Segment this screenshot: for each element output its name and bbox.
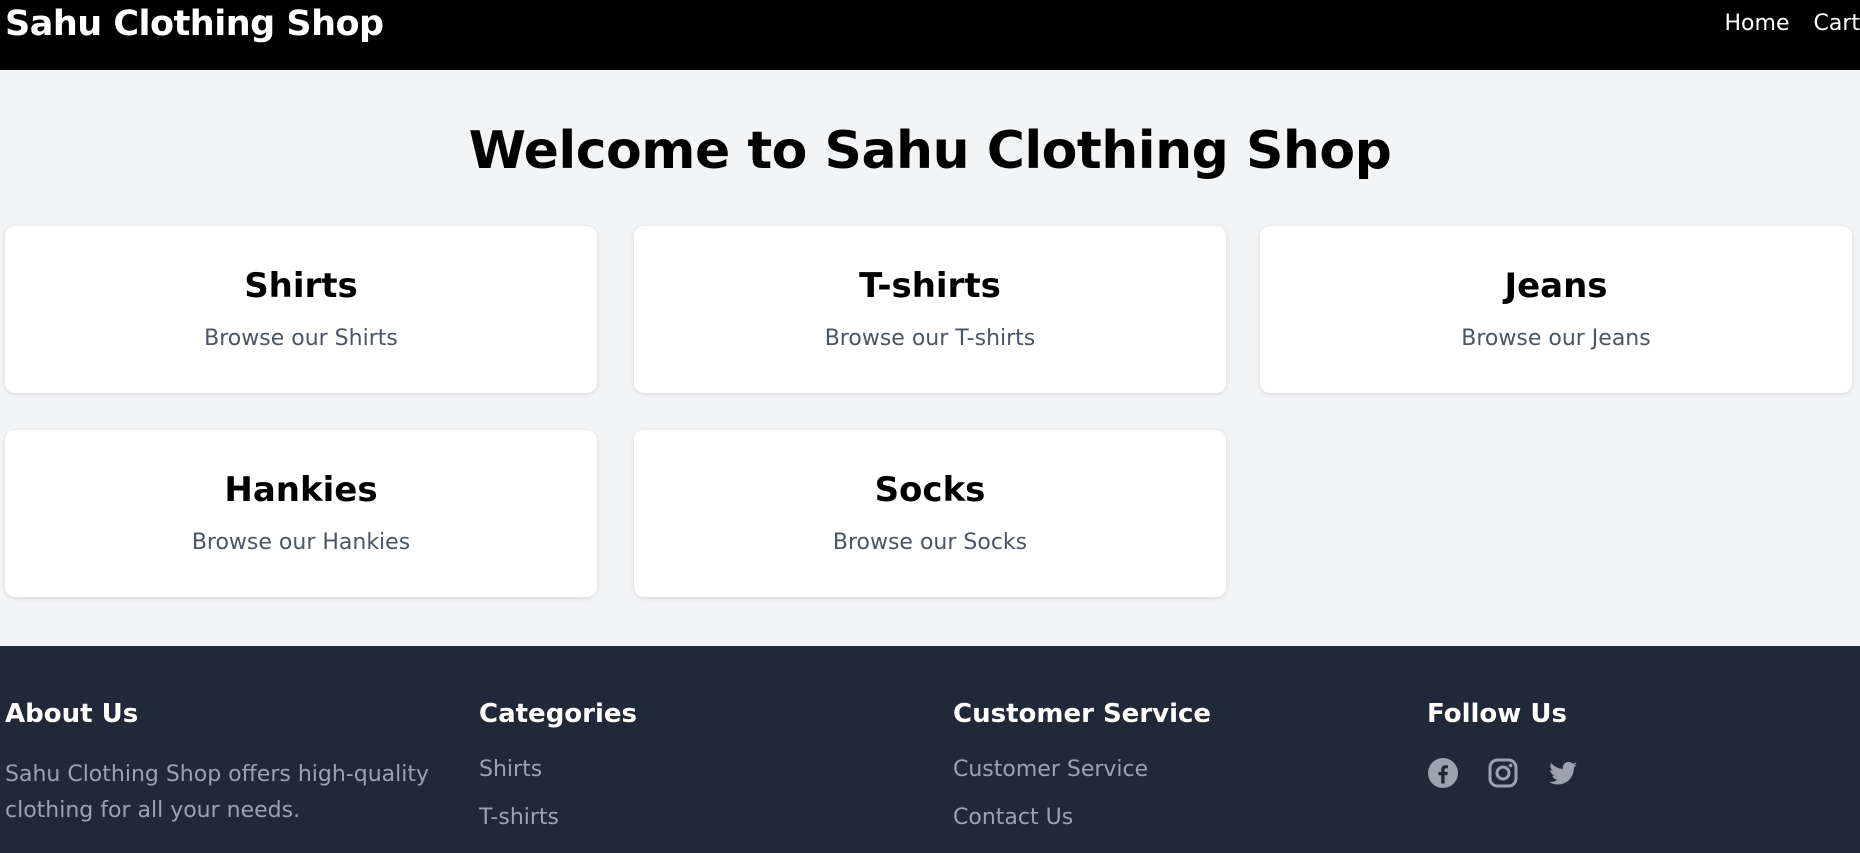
footer-service-list: Customer Service Contact Us xyxy=(953,757,1423,831)
category-card-title: Shirts xyxy=(244,266,358,306)
footer-link-contact-us[interactable]: Contact Us xyxy=(953,805,1423,831)
footer-about-section: About Us Sahu Clothing Shop offers high-… xyxy=(5,697,475,829)
social-links xyxy=(1427,757,1860,789)
main-nav: Home Cart xyxy=(1725,8,1860,40)
footer-link-customer-service[interactable]: Customer Service xyxy=(953,757,1423,783)
category-card-title: T-shirts xyxy=(859,266,1001,306)
footer-categories-section: Categories Shirts T-shirts xyxy=(479,697,949,853)
instagram-icon[interactable] xyxy=(1487,757,1519,789)
category-card-jeans[interactable]: Jeans Browse our Jeans xyxy=(1260,226,1852,393)
category-card-description: Browse our T-shirts xyxy=(824,326,1036,351)
site-footer: About Us Sahu Clothing Shop offers high-… xyxy=(0,646,1860,853)
category-card-description: Browse our Hankies xyxy=(191,530,411,555)
page-title: Welcome to Sahu Clothing Shop xyxy=(468,121,1392,181)
category-card-title: Socks xyxy=(874,470,986,510)
footer-link-shirts[interactable]: Shirts xyxy=(479,757,949,783)
brand-logo-text[interactable]: Sahu Clothing Shop xyxy=(5,2,384,46)
site-header: Sahu Clothing Shop Home Cart xyxy=(0,0,1860,70)
category-card-hankies[interactable]: Hankies Browse our Hankies xyxy=(5,430,597,597)
main-content: Welcome to Sahu Clothing Shop Shirts Bro… xyxy=(0,70,1860,646)
footer-service-section: Customer Service Customer Service Contac… xyxy=(953,697,1423,853)
category-card-shirts[interactable]: Shirts Browse our Shirts xyxy=(5,226,597,393)
category-card-tshirts[interactable]: T-shirts Browse our T-shirts xyxy=(634,226,1226,393)
nav-cart-link[interactable]: Cart xyxy=(1813,8,1860,40)
category-card-description: Browse our Socks xyxy=(832,530,1028,555)
footer-follow-section: Follow Us xyxy=(1427,697,1860,789)
footer-categories-list: Shirts T-shirts xyxy=(479,757,949,831)
footer-service-heading: Customer Service xyxy=(953,699,1212,729)
footer-categories-heading: Categories xyxy=(479,699,638,729)
footer-link-tshirts[interactable]: T-shirts xyxy=(479,805,949,831)
category-card-title: Hankies xyxy=(224,470,378,510)
footer-about-heading: About Us xyxy=(5,699,139,729)
facebook-icon[interactable] xyxy=(1427,757,1459,789)
footer-about-text: Sahu Clothing Shop offers high-quality c… xyxy=(5,762,429,823)
category-card-title: Jeans xyxy=(1504,266,1608,306)
category-card-socks[interactable]: Socks Browse our Socks xyxy=(634,430,1226,597)
category-card-description: Browse our Jeans xyxy=(1461,326,1651,351)
footer-follow-heading: Follow Us xyxy=(1427,699,1567,729)
nav-home-link[interactable]: Home xyxy=(1725,8,1790,40)
twitter-icon[interactable] xyxy=(1547,757,1579,789)
category-card-description: Browse our Shirts xyxy=(204,326,398,351)
